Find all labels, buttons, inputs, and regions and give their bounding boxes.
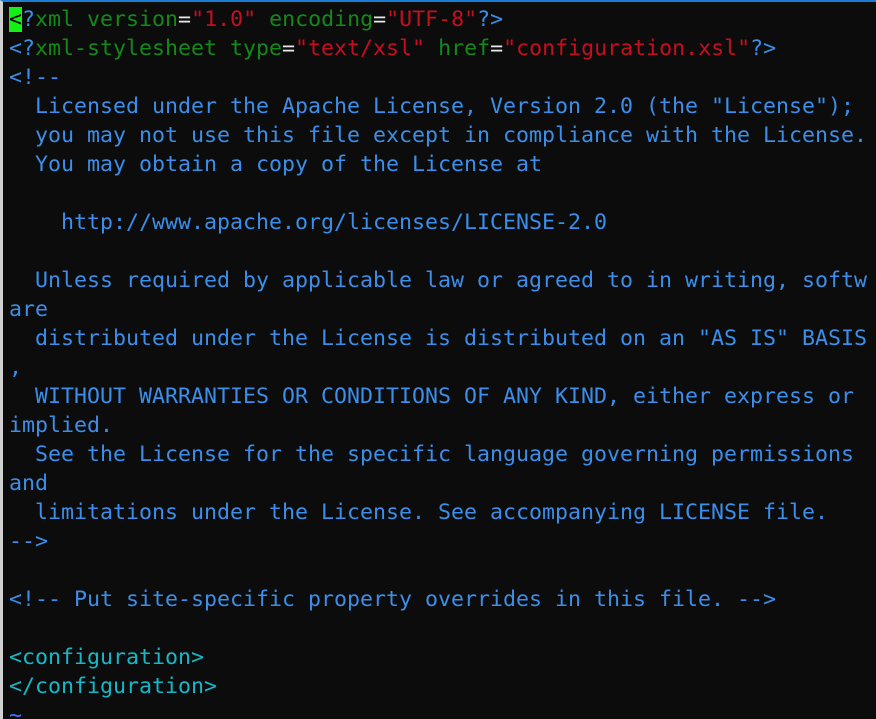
code-token: You may obtain a copy of the License at xyxy=(9,152,543,177)
editor-line[interactable]: are xyxy=(9,295,867,324)
editor-line[interactable] xyxy=(9,614,867,643)
terminal-window[interactable]: <?xml version="1.0" encoding="UTF-8"?> <?… xyxy=(0,0,876,719)
editor-line[interactable]: Licensed under the Apache License, Versi… xyxy=(9,92,867,121)
code-token: "1.0" xyxy=(191,7,257,32)
editor-line[interactable] xyxy=(9,556,867,585)
code-token: ?> xyxy=(750,36,777,61)
editor-line[interactable]: <?xml-stylesheet type="text/xsl" href="c… xyxy=(9,34,867,63)
editor-line[interactable]: You may obtain a copy of the License at xyxy=(9,150,867,179)
code-token: = xyxy=(178,7,192,32)
code-token: implied. xyxy=(9,413,114,438)
code-token: <!-- Put site-specific property override… xyxy=(9,587,777,612)
editor-line[interactable]: and xyxy=(9,469,867,498)
code-token: xml version xyxy=(35,7,179,32)
code-token: Unless required by applicable law or agr… xyxy=(9,268,868,293)
code-token: Licensed under the Apache License, Versi… xyxy=(9,94,855,119)
editor-line[interactable]: <?xml version="1.0" encoding="UTF-8"?> xyxy=(9,5,867,34)
editor-line[interactable]: you may not use this file except in comp… xyxy=(9,121,867,150)
editor-line[interactable]: </configuration> xyxy=(9,672,867,701)
editor-line[interactable]: , xyxy=(9,353,867,382)
editor-line[interactable]: --> xyxy=(9,527,867,556)
editor-line[interactable]: See the License for the specific languag… xyxy=(9,440,867,469)
code-token: See the License for the specific languag… xyxy=(9,442,855,467)
code-token: xml-stylesheet type xyxy=(35,36,283,61)
editor-line[interactable]: <!-- Put site-specific property override… xyxy=(9,585,867,614)
text-cursor: < xyxy=(9,7,23,32)
code-token: limitations under the License. See accom… xyxy=(9,500,829,525)
code-token: "text/xsl" xyxy=(295,36,426,61)
code-token: </configuration> xyxy=(9,674,218,699)
code-token: WITHOUT WARRANTIES OR CONDITIONS OF ANY … xyxy=(9,384,855,409)
code-token: distributed under the License is distrib… xyxy=(9,326,868,351)
editor-line[interactable]: http://www.apache.org/licenses/LICENSE-2… xyxy=(9,208,867,237)
editor-line[interactable] xyxy=(9,179,867,208)
editor-line[interactable]: WITHOUT WARRANTIES OR CONDITIONS OF ANY … xyxy=(9,382,867,411)
vim-editor-buffer[interactable]: <?xml version="1.0" encoding="UTF-8"?> <?… xyxy=(9,5,867,719)
code-token: "UTF-8" xyxy=(386,7,478,32)
code-token: = xyxy=(282,36,296,61)
code-token: = xyxy=(490,36,504,61)
editor-line[interactable]: limitations under the License. See accom… xyxy=(9,498,867,527)
code-token: = xyxy=(373,7,387,32)
code-token: are xyxy=(9,297,49,322)
code-token: ? xyxy=(22,7,36,32)
code-token: "configuration.xsl" xyxy=(503,36,751,61)
editor-line[interactable]: <!-- xyxy=(9,63,867,92)
code-token: and xyxy=(9,471,49,496)
code-token: encoding xyxy=(256,7,374,32)
code-token: <? xyxy=(9,36,36,61)
code-token: http://www.apache.org/licenses/LICENSE-2… xyxy=(9,210,608,235)
code-token: href xyxy=(425,36,491,61)
code-token: <!-- xyxy=(9,65,62,90)
code-token: , xyxy=(9,355,23,380)
code-token: you may not use this file except in comp… xyxy=(9,123,868,148)
editor-line[interactable]: implied. xyxy=(9,411,867,440)
editor-line[interactable]: <configuration> xyxy=(9,643,867,672)
editor-line[interactable] xyxy=(9,237,867,266)
editor-line[interactable]: Unless required by applicable law or agr… xyxy=(9,266,867,295)
code-token: --> xyxy=(9,529,49,554)
editor-line[interactable]: distributed under the License is distrib… xyxy=(9,324,867,353)
code-token: <configuration> xyxy=(9,645,205,670)
code-token: ~ xyxy=(9,703,23,719)
code-token: ?> xyxy=(477,7,504,32)
editor-line[interactable]: ~ xyxy=(9,701,867,719)
